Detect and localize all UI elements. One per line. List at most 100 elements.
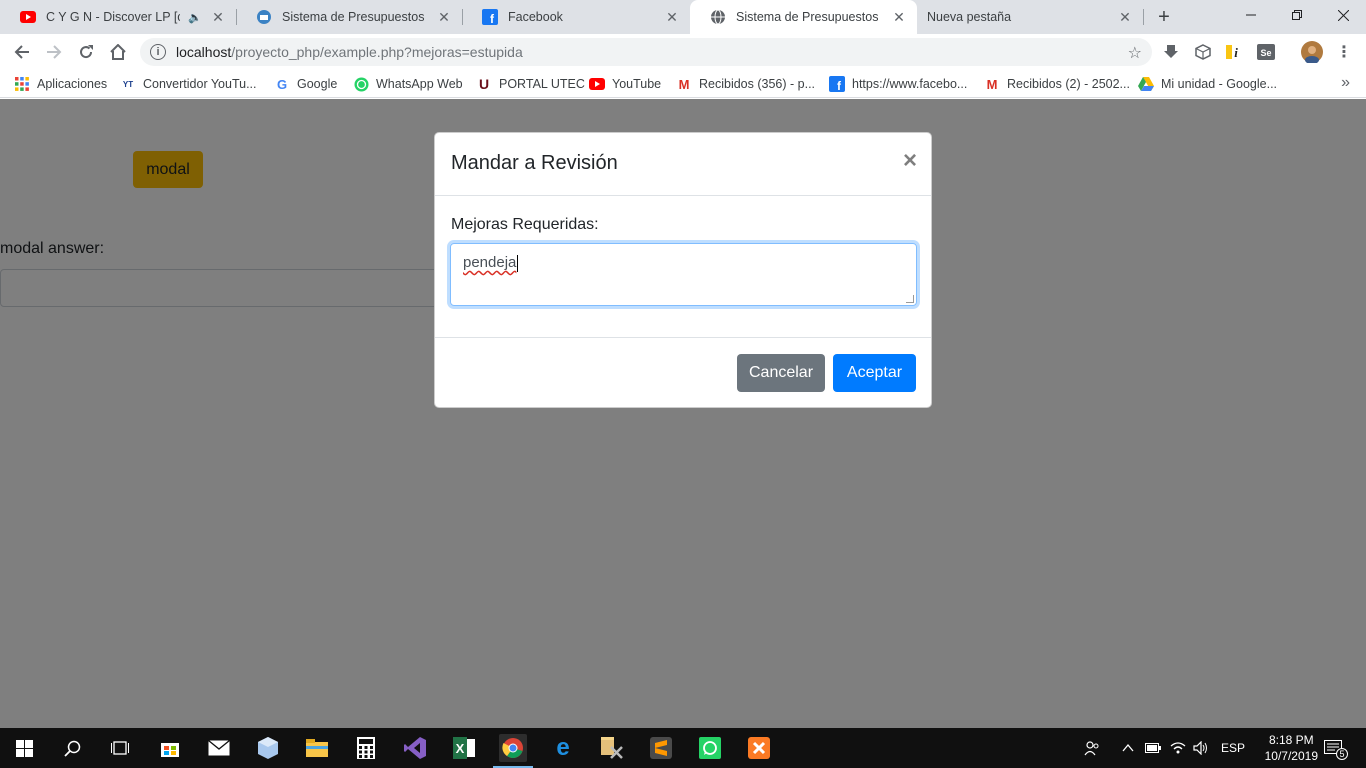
close-tab-icon[interactable]: ✕ [891,9,907,26]
download-icon[interactable] [1161,42,1181,62]
back-icon[interactable] [8,38,36,66]
drive-icon [1138,76,1154,92]
search-icon[interactable] [58,734,86,762]
modal-title: Mandar a Revisión [451,152,618,174]
svg-text:Se: Se [1260,48,1271,58]
bookmark-drive[interactable]: Mi unidad - Google... [1138,75,1277,93]
google-icon: G [276,76,288,92]
bookmark-portal-utec[interactable]: U PORTAL UTEC [476,75,585,93]
whatsapp-icon[interactable] [696,734,724,762]
notifications-icon[interactable]: 5 [1324,728,1354,768]
ytmp3-icon: YT [122,79,134,89]
youtube-icon [589,76,605,92]
home-icon[interactable] [104,38,132,66]
text-caret [517,254,519,272]
tab-youtube[interactable]: C Y G N - Discover LP [chill 🔈 ✕ [0,0,236,34]
cancel-button[interactable]: Cancelar [737,354,825,392]
pencil-extension-icon[interactable]: i [1223,42,1243,62]
selenium-extension-icon[interactable]: Se [1256,42,1276,62]
speaker-icon[interactable]: 🔈 [188,11,202,24]
mejoras-value: pendeja [463,254,517,271]
svg-text:i: i [1234,45,1238,60]
url-host: localhost [176,44,232,60]
facebook-icon: f [829,76,845,92]
close-tab-icon[interactable]: ✕ [210,9,226,26]
file-explorer-icon[interactable] [303,734,331,762]
new-tab-icon[interactable]: + [1152,5,1176,29]
bookmark-google[interactable]: G Google [274,75,337,93]
calculator-icon[interactable] [352,734,380,762]
tab-sistema-active[interactable]: Sistema de Presupuestos ✕ [690,0,917,34]
bookmark-gmail-1[interactable]: M Recibidos (356) - p... [676,75,815,93]
visual-studio-icon[interactable] [401,734,429,762]
clock-time: 8:18 PM [1268,733,1314,747]
restore-icon[interactable] [1274,0,1320,30]
tab-separator [1143,9,1144,25]
close-icon[interactable]: × [903,149,917,173]
close-tab-icon[interactable]: ✕ [436,9,452,26]
bookmark-gmail-2[interactable]: M Recibidos (2) - 2502... [984,75,1130,93]
mail-icon[interactable] [205,734,233,762]
bookmark-star-icon[interactable]: ☆ [1128,43,1142,63]
windows-taskbar: X e ESP 8:18 PM 10/7/2019 5 [0,728,1366,768]
gmail-icon: M [678,76,690,92]
mejoras-label: Mejoras Requeridas: [451,216,599,233]
profile-avatar[interactable] [1301,41,1323,63]
close-tab-icon[interactable]: ✕ [1117,9,1133,26]
close-window-icon[interactable] [1320,0,1366,30]
wifi-icon[interactable] [1170,728,1186,768]
sublime-text-icon[interactable] [647,734,675,762]
modal-header: Mandar a Revisión × [435,133,931,196]
database-tool-icon[interactable] [598,734,626,762]
info-icon[interactable]: i [150,44,166,60]
minimize-icon[interactable] [1228,0,1274,30]
cube-extension-icon[interactable] [1193,42,1213,62]
bookmark-whatsapp[interactable]: WhatsApp Web [353,75,463,93]
bookmark-facebook[interactable]: f https://www.facebo... [829,75,967,93]
windows-start-icon[interactable] [10,734,38,762]
modal-footer: Cancelar Aceptar [435,338,931,408]
tab-sistema-1[interactable]: Sistema de Presupuestos ✕ [236,0,462,34]
chrome-icon[interactable] [493,734,533,768]
svg-text:X: X [456,741,465,756]
accept-button[interactable]: Aceptar [833,354,916,392]
reload-icon[interactable] [72,38,100,66]
facebook-icon: f [482,9,498,25]
excel-icon[interactable]: X [450,734,478,762]
url-path: /proyecto_php/example.php?mejoras=estupi… [231,44,523,60]
bookmarks-bar: Aplicaciones YT Convertidor YouTu... G G… [0,70,1366,98]
tab-strip: C Y G N - Discover LP [chill 🔈 ✕ Sistema… [0,0,1366,34]
xampp-icon[interactable] [745,734,773,762]
more-bookmarks-icon[interactable]: » [1341,74,1350,92]
tab-nueva[interactable]: Nueva pestaña ✕ [917,0,1143,34]
app-icon [256,9,272,25]
notification-count: 5 [1336,748,1348,760]
bookmark-aplicaciones[interactable]: Aplicaciones [14,75,107,93]
edge-icon[interactable]: e [549,734,577,762]
chevron-up-icon[interactable] [1122,728,1134,768]
people-icon[interactable] [1084,728,1100,768]
system-clock[interactable]: 8:18 PM 10/7/2019 [1265,732,1318,764]
utec-icon: U [478,76,490,92]
address-bar[interactable]: i localhost/proyecto_php/example.php?mej… [140,38,1152,66]
task-view-icon[interactable] [106,734,134,762]
modal-body: Mejoras Requeridas: pendeja [435,196,931,338]
globe-icon [710,9,726,25]
mejoras-textarea[interactable]: pendeja [450,243,917,306]
menu-kebab-icon[interactable]: ⋮ [1334,42,1354,62]
apps-grid-icon [14,76,30,92]
bookmark-convertidor[interactable]: YT Convertidor YouTu... [120,75,257,93]
gmail-icon: M [986,76,998,92]
close-tab-icon[interactable]: ✕ [664,9,680,26]
whatsapp-icon [353,76,369,92]
volume-icon[interactable] [1193,728,1209,768]
store-icon[interactable] [156,734,184,762]
virtualbox-icon[interactable] [254,734,282,762]
resize-grip-icon[interactable] [906,295,914,303]
browser-toolbar: i localhost/proyecto_php/example.php?mej… [0,34,1366,70]
battery-icon[interactable] [1145,728,1161,768]
bookmark-youtube[interactable]: YouTube [589,75,661,93]
forward-icon[interactable] [40,38,68,66]
language-indicator[interactable]: ESP [1221,728,1245,768]
tab-facebook[interactable]: f Facebook ✕ [462,0,690,34]
